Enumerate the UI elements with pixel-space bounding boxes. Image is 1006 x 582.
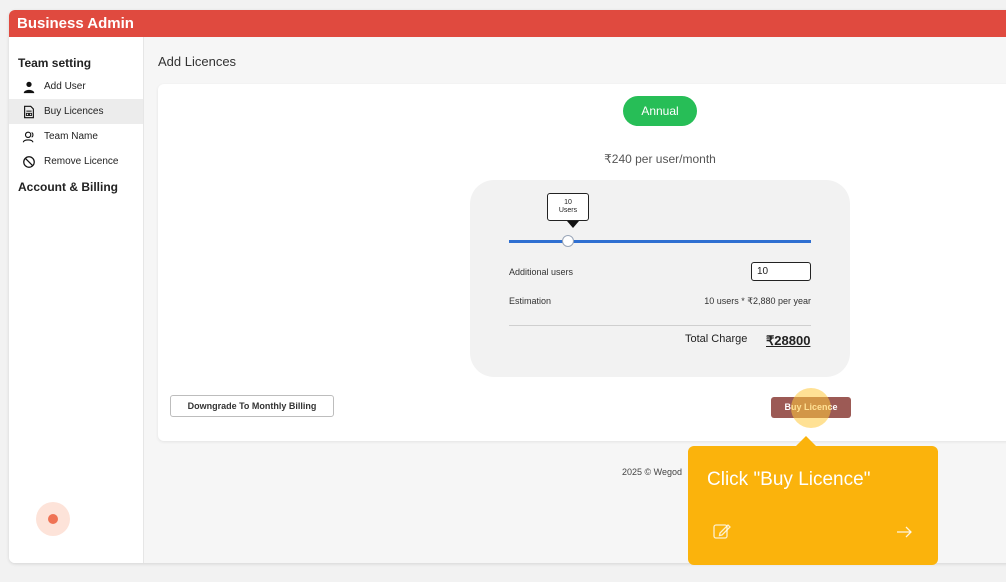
licence-calculator: 10 Users Additional users 10 Estimation … xyxy=(470,180,850,377)
sidebar-item-label: Buy Licences xyxy=(44,106,104,117)
total-charge-value: ₹28800 xyxy=(766,333,811,348)
record-indicator[interactable] xyxy=(36,502,70,536)
slider-tooltip-unit: Users xyxy=(558,207,578,214)
licence-card: Annual ₹240 per user/month 10 Users Addi… xyxy=(158,84,1006,441)
guide-tooltip: Click "Buy Licence" xyxy=(688,436,938,565)
additional-users-input[interactable]: 10 xyxy=(751,262,811,281)
users-slider-track[interactable] xyxy=(509,240,811,243)
guide-instruction: Click "Buy Licence" xyxy=(707,469,871,490)
buy-licence-button[interactable]: Buy Licence xyxy=(771,397,851,418)
app-title: Business Admin xyxy=(9,10,1006,37)
sidebar-item-buy-licences[interactable]: Buy Licences xyxy=(9,99,143,124)
sidebar-item-team-name[interactable]: Team Name xyxy=(9,124,143,149)
sidebar-heading-team-setting: Team setting xyxy=(18,56,92,70)
sidebar-item-label: Remove Licence xyxy=(44,156,119,167)
estimation-label: Estimation xyxy=(509,296,552,306)
slider-value-tooltip: 10 Users xyxy=(547,193,589,221)
page-title: Add Licences xyxy=(158,54,237,69)
total-charge-label: Total Charge xyxy=(685,333,748,345)
slider-tooltip-value: 10 xyxy=(564,199,572,206)
sidebar: Team setting Add User Buy Licences Team … xyxy=(9,37,144,563)
additional-users-label: Additional users xyxy=(509,267,574,277)
divider xyxy=(509,325,811,326)
users-slider-handle[interactable] xyxy=(562,235,574,247)
plan-toggle-annual[interactable]: Annual xyxy=(623,96,697,126)
guide-pointer xyxy=(796,436,816,446)
sidebar-item-label: Team Name xyxy=(44,131,98,142)
block-icon xyxy=(23,155,35,168)
team-icon xyxy=(22,131,34,143)
sidebar-item-remove-licence[interactable]: Remove Licence xyxy=(9,149,143,174)
footer-copyright: 2025 © Wegod xyxy=(622,467,683,477)
edit-icon[interactable] xyxy=(712,521,732,541)
sidebar-item-label: Add User xyxy=(44,81,86,92)
estimation-value: 10 users * ₹2,880 per year xyxy=(704,296,811,306)
sidebar-item-add-user[interactable]: Add User xyxy=(9,74,143,99)
price-per-user: ₹240 per user/month xyxy=(604,152,716,166)
sidebar-heading-account-billing[interactable]: Account & Billing xyxy=(9,180,143,194)
tooltip-pointer xyxy=(567,221,579,228)
arrow-right-icon[interactable] xyxy=(894,522,914,542)
person-icon xyxy=(23,81,35,93)
downgrade-monthly-button[interactable]: Downgrade To Monthly Billing xyxy=(170,395,334,417)
document-icon xyxy=(24,105,34,118)
